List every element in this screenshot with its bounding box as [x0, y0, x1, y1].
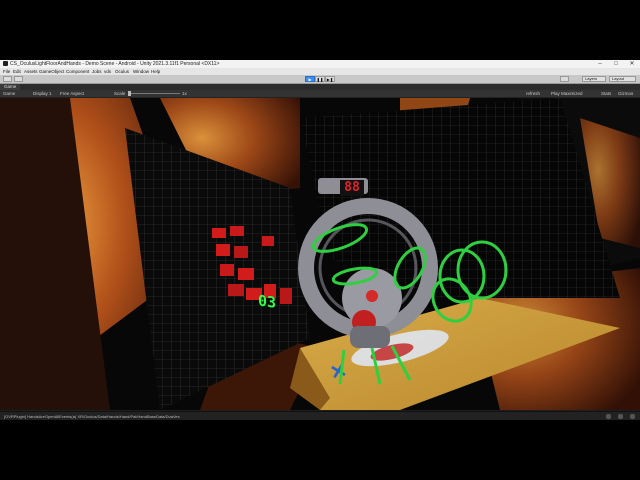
unity-logo-icon	[3, 61, 8, 66]
step-button[interactable]: ▶❚	[325, 76, 335, 82]
play-icon: ▶	[308, 77, 312, 82]
main-toolbar: ▶ ❚❚ ▶❚ Layers Layout	[0, 75, 640, 84]
title-bar: CS_OculusLightFloorAndHands - Demo Scene…	[0, 60, 640, 68]
menu-gameobject[interactable]: GameObject	[39, 68, 64, 75]
pause-button[interactable]: ❚❚	[315, 76, 325, 82]
window-title: CS_OculusLightFloorAndHands - Demo Scene…	[10, 61, 220, 67]
scale-value: 1x	[182, 91, 187, 96]
play-button[interactable]: ▶	[305, 76, 315, 82]
settings-icon[interactable]	[630, 414, 635, 419]
hud-counter: 88	[344, 180, 360, 195]
notification-icon[interactable]	[606, 414, 611, 419]
menu-edit[interactable]: Edit	[13, 68, 21, 75]
play-mode-dropdown[interactable]: Play Maximized	[551, 90, 583, 97]
stats-button[interactable]: Stats	[601, 90, 611, 97]
layers-dropdown[interactable]: Layers	[582, 76, 606, 82]
menu-file[interactable]: File	[3, 68, 10, 75]
view-dropdown[interactable]: Game	[3, 90, 15, 97]
maximize-button[interactable]: □	[608, 60, 624, 68]
search-button[interactable]	[560, 76, 569, 82]
scale-slider-thumb[interactable]	[128, 91, 131, 96]
menu-oculus[interactable]: Oculus	[115, 68, 129, 75]
game-viewport[interactable]: ✕ 88 03	[0, 98, 640, 410]
game-view-toolbar: Game Display 1 Free Aspect Scale 1x refr…	[0, 90, 640, 98]
unity-editor: CS_OculusLightFloorAndHands - Demo Scene…	[0, 60, 640, 420]
menu-vds[interactable]: vds	[104, 68, 111, 75]
menu-window[interactable]: Window	[133, 68, 149, 75]
cloud-button[interactable]	[14, 76, 23, 82]
close-button[interactable]: ✕	[624, 60, 640, 68]
status-bar: [OVRPlugin] HandsAreOpenAllEvents(a) XR/…	[0, 411, 640, 420]
gizmos-dropdown[interactable]: Gizmos	[618, 90, 633, 97]
scale-slider[interactable]	[128, 93, 180, 94]
account-button[interactable]	[3, 76, 12, 82]
layout-dropdown[interactable]: Layout	[609, 76, 636, 82]
display-dropdown[interactable]: Display 1	[33, 90, 52, 97]
console-message[interactable]: [OVRPlugin] HandsAreOpenAllEvents(a) XR/…	[4, 412, 180, 420]
menu-component[interactable]: Component	[66, 68, 89, 75]
game-scene: ✕	[0, 98, 640, 410]
menu-assets[interactable]: Assets	[24, 68, 38, 75]
menu-bar: File Edit Assets GameObject Component Jo…	[0, 68, 640, 75]
menu-help[interactable]: Help	[151, 68, 160, 75]
step-icon: ▶❚	[326, 77, 334, 82]
device-dropdown[interactable]: refresh	[526, 90, 540, 97]
hud-counter-display: 88	[340, 180, 364, 196]
menu-jobs[interactable]: Jobs	[92, 68, 102, 75]
pause-icon: ❚❚	[316, 77, 324, 82]
panel-digit-display: 03	[258, 291, 277, 312]
scale-label: Scale	[114, 91, 126, 96]
progress-icon	[618, 414, 623, 419]
aspect-dropdown[interactable]: Free Aspect	[60, 90, 84, 97]
minimize-button[interactable]: –	[592, 60, 608, 68]
